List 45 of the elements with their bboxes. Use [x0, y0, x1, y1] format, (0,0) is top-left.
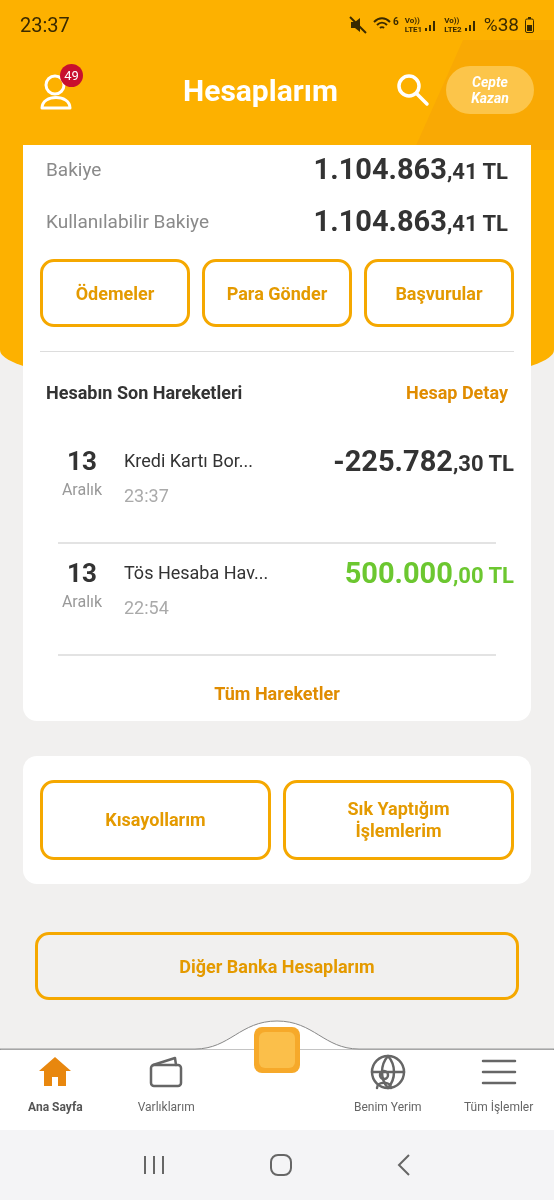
nav-tab[interactable]: Ana Sayfa — [0, 1048, 111, 1130]
shortcut-button[interactable]: Sık Yaptığım İşlemlerim — [283, 780, 514, 860]
nav-tab[interactable]: Tüm İşlemler — [443, 1048, 554, 1130]
balance-label: Bakiye — [46, 156, 102, 183]
transaction-time: 23:37 — [124, 484, 170, 508]
transaction-month: Aralık — [61, 591, 103, 613]
amount: 500.000,00 TL — [344, 556, 514, 590]
transaction-day: 13 — [67, 556, 97, 590]
wifi-label: 6 — [392, 14, 399, 29]
battery-percent: %38 — [483, 11, 519, 38]
recent-apps-icon[interactable] — [141, 1153, 166, 1177]
home-button-icon[interactable] — [269, 1153, 293, 1177]
transaction-day: 13 — [67, 444, 97, 478]
balance-label: Kullanılabilir Bakiye — [46, 208, 209, 235]
transaction-month: Aralık — [61, 479, 103, 501]
nav-tab[interactable]: Benim Yerim — [332, 1048, 444, 1130]
wallet-icon — [149, 1056, 184, 1088]
volte-label: Vo)) — [404, 16, 421, 25]
promo-button[interactable]: Cepte Kazan — [446, 66, 534, 114]
globe-person-icon — [368, 1053, 407, 1091]
shortcut-button[interactable]: Kısayollarım — [40, 780, 271, 860]
all-transactions-link[interactable]: Tüm Hareketler — [214, 680, 340, 707]
nav-tab[interactable]: Varlıklarım — [110, 1048, 222, 1130]
action-button[interactable]: Ödemeler — [40, 259, 190, 327]
action-button[interactable]: Para Gönder — [202, 259, 352, 327]
menu-icon — [480, 1058, 517, 1086]
transaction-time: 22:54 — [124, 596, 170, 620]
account-detail-link[interactable]: Hesap Detay — [406, 378, 508, 406]
mute-icon — [348, 16, 367, 34]
transaction-description: Tös Hesaba Hav... — [124, 561, 269, 585]
amount: 1.104.863,41 TL — [313, 203, 508, 241]
section-title: Hesabın Son Hareketleri — [46, 380, 243, 405]
lte-label: LTE2 — [444, 25, 462, 34]
page-title: Hesaplarım — [183, 71, 338, 110]
lte-label: LTE1 — [404, 25, 423, 34]
action-button[interactable]: Başvurular — [364, 259, 514, 327]
amount: -225.782,30 TL — [333, 444, 514, 478]
transaction-description: Kredi Kartı Bor... — [124, 449, 253, 473]
other-banks-button[interactable]: Diğer Banka Hesaplarım — [35, 932, 519, 1000]
battery-icon — [525, 17, 534, 33]
back-icon[interactable] — [396, 1153, 413, 1177]
amount: 1.104.863,41 TL — [313, 151, 508, 189]
status-time: 23:37 — [20, 12, 70, 39]
cube-icon — [251, 1024, 303, 1076]
volte-label: Vo)) — [444, 16, 461, 25]
